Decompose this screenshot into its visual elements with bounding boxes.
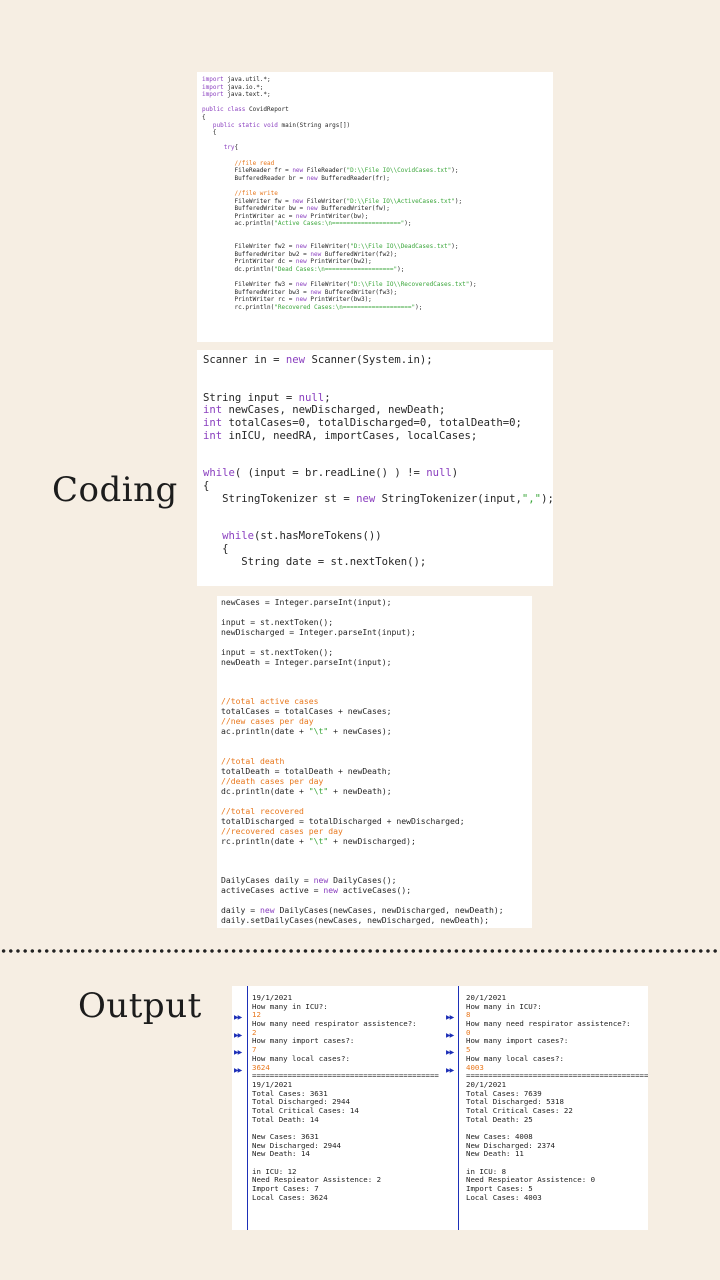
double-arrow-icon: ▶▶ bbox=[446, 1049, 454, 1057]
console-line: New Death: 14 bbox=[252, 1149, 310, 1159]
console-line: Total Death: 14 bbox=[252, 1114, 319, 1124]
double-arrow-icon: ▶▶ bbox=[446, 1066, 454, 1074]
code-line: String date = st.nextToken(); bbox=[203, 555, 427, 568]
console-line: How many need respirator assistence?: bbox=[466, 1019, 631, 1029]
code-line: try{ bbox=[223, 144, 239, 152]
console-lines: 19/1/2021 How many in ICU?: 12 How many nee… bbox=[252, 993, 439, 1203]
code-line: int inICU, needRA, importCases, localCas… bbox=[203, 429, 478, 442]
code-line: { bbox=[202, 113, 206, 121]
console-line: Local Cases: 4003 bbox=[466, 1192, 542, 1202]
console-line: How many import cases?: bbox=[252, 1036, 355, 1046]
console-line: Total Death: 25 bbox=[466, 1114, 533, 1124]
code-line: { bbox=[203, 542, 229, 555]
code-line: BufferedWriter bw = new BufferedWriter(f… bbox=[202, 205, 390, 213]
code-line: activeCases active = new activeCases(); bbox=[221, 885, 412, 896]
code-line: Scanner in = new Scanner(System.in); bbox=[203, 354, 433, 366]
coding-heading: Coding bbox=[52, 470, 178, 510]
console-lines: 20/1/2021 How many in ICU?: 8 How many need… bbox=[466, 993, 648, 1203]
code-line: { bbox=[202, 129, 217, 137]
code-line: int totalCases=0, totalDischarged=0, tot… bbox=[203, 416, 522, 429]
console-gutter-line bbox=[247, 986, 248, 1230]
console-line: New Death: 11 bbox=[466, 1149, 524, 1159]
code-line: while(st.hasMoreTokens()) bbox=[222, 530, 382, 543]
console-gutter-line bbox=[458, 986, 459, 1230]
console-line: How many in ICU?: bbox=[466, 1001, 542, 1011]
code-screenshot-loop: Scanner in = new Scanner(System.in); Str… bbox=[197, 350, 553, 586]
code-line: import java.text.*; bbox=[202, 91, 271, 99]
console-line: How many local cases?: bbox=[466, 1053, 564, 1063]
dotted-divider bbox=[0, 948, 720, 954]
code-line: { bbox=[203, 479, 210, 492]
code-line: BufferedWriter bw3 = new BufferedWriter(… bbox=[202, 288, 398, 296]
code-line: rc.println("Recovered Cases:\n==========… bbox=[202, 303, 423, 311]
code-line: newDeath = Integer.parseInt(input); bbox=[221, 656, 392, 667]
code-line: import java.io.*; bbox=[202, 83, 264, 91]
code-line: newDischarged = Integer.parseInt(input); bbox=[221, 626, 416, 637]
console-run-left: 19/1/2021 How many in ICU?: 12 How many nee… bbox=[232, 986, 446, 1230]
code-line: ac.println(date + "\t" + newCases); bbox=[221, 726, 392, 737]
console-line: Local Cases: 3624 bbox=[252, 1192, 328, 1202]
code-line: rc.println(date + "\t" + newDischarged); bbox=[221, 835, 416, 846]
console-line: How many local cases?: bbox=[252, 1053, 350, 1063]
code-line: newCases = Integer.parseInt(input); bbox=[221, 597, 392, 607]
code-line: import java.util.*; bbox=[202, 76, 271, 83]
code-line: BufferedWriter bw2 = new BufferedWriter(… bbox=[202, 250, 398, 258]
code-line: BufferedReader br = new BufferedReader(f… bbox=[202, 174, 390, 182]
code-screenshot-setup: import java.util.*; import java.io.*; impo… bbox=[197, 72, 553, 342]
code-line: PrintWriter dc = new PrintWriter(bw2); bbox=[202, 258, 372, 266]
code-screenshot-totals: newCases = Integer.parseInt(input); inpu… bbox=[217, 596, 532, 928]
code-line: public static void main(String args[]) bbox=[212, 121, 351, 129]
double-arrow-icon: ▶▶ bbox=[234, 1049, 242, 1057]
console-line: How many need respirator assistence?: bbox=[252, 1019, 417, 1029]
code-line: String input = null; bbox=[203, 391, 331, 404]
code-line: FileWriter fw = new FileWriter("D:\\File… bbox=[202, 197, 463, 205]
double-arrow-icon: ▶▶ bbox=[446, 1031, 454, 1039]
console-line: How many import cases?: bbox=[466, 1036, 569, 1046]
code-line: FileWriter fw3 = new FileWriter("D:\\Fil… bbox=[202, 281, 477, 289]
console-run-right: 20/1/2021 How many in ICU?: 8 How many need… bbox=[444, 986, 648, 1230]
code-line: daily.setDailyCases(newCases, newDischar… bbox=[221, 915, 490, 925]
code-line: //file read bbox=[202, 159, 275, 167]
code-line: dc.println("Dead Cases:\n===============… bbox=[202, 265, 405, 273]
double-arrow-icon: ▶▶ bbox=[234, 1014, 242, 1022]
code-line: //recovered cases per day bbox=[221, 825, 343, 836]
console-output-screenshot: 19/1/2021 How many in ICU?: 12 How many nee… bbox=[232, 986, 648, 1230]
code-line: while( (input = br.readLine() ) != null) bbox=[203, 467, 459, 480]
code-line: ac.println("Active Cases:\n=============… bbox=[202, 220, 412, 228]
code-line: PrintWriter rc = new PrintWriter(bw3); bbox=[202, 296, 372, 304]
code-line: dc.println(date + "\t" + newDeath); bbox=[221, 785, 392, 796]
double-arrow-icon: ▶▶ bbox=[234, 1066, 242, 1074]
console-line: How many in ICU?: bbox=[252, 1001, 328, 1011]
code-line: //file write bbox=[202, 189, 278, 197]
code-line: PrintWriter ac = new PrintWriter(bw); bbox=[202, 212, 369, 220]
code-line: FileWriter fw2 = new FileWriter("D:\\Fil… bbox=[202, 243, 459, 251]
code-line: public class CovidReport bbox=[202, 106, 289, 114]
output-heading: Output bbox=[78, 986, 202, 1026]
code-line: FileReader fr = new FileReader("D:\\File… bbox=[202, 167, 459, 175]
double-arrow-icon: ▶▶ bbox=[234, 1031, 242, 1039]
double-arrow-icon: ▶▶ bbox=[446, 1014, 454, 1022]
code-line: int newCases, newDischarged, newDeath; bbox=[203, 404, 446, 417]
code-line: StringTokenizer st = new StringTokenizer… bbox=[203, 492, 553, 505]
